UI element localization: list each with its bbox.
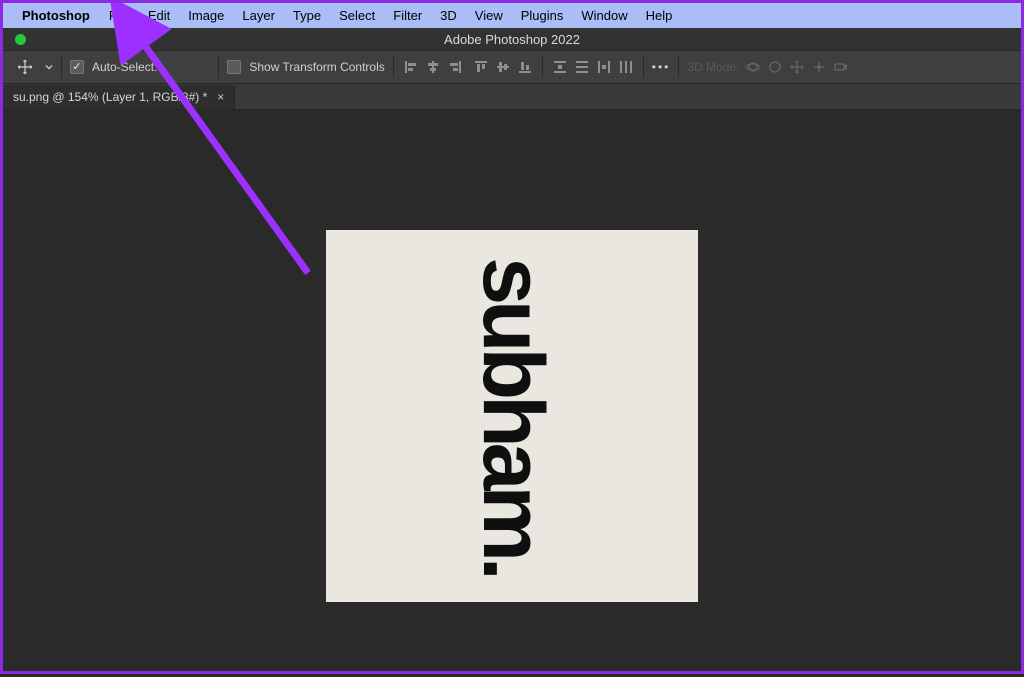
- window-titlebar: Adobe Photoshop 2022: [3, 28, 1021, 50]
- move-tool-icon[interactable]: [13, 55, 37, 79]
- divider: [61, 56, 62, 78]
- document-tabbar: su.png @ 154% (Layer 1, RGB/8#) * ×: [3, 84, 1021, 110]
- document-tab[interactable]: su.png @ 154% (Layer 1, RGB/8#) * ×: [3, 85, 235, 109]
- align-group-2: [472, 58, 534, 76]
- align-vcenter-icon[interactable]: [494, 58, 512, 76]
- menu-help[interactable]: Help: [637, 8, 682, 23]
- document-tab-label: su.png @ 154% (Layer 1, RGB/8#) *: [13, 90, 207, 104]
- more-options-icon[interactable]: •••: [652, 60, 671, 74]
- menu-file[interactable]: File: [100, 8, 139, 23]
- traffic-light-green[interactable]: [15, 34, 26, 45]
- menu-edit[interactable]: Edit: [139, 8, 179, 23]
- align-top-icon[interactable]: [472, 58, 490, 76]
- auto-select-checkbox[interactable]: [70, 60, 84, 74]
- 3d-camera-icon: [833, 59, 849, 75]
- canvas-text: subham.: [463, 257, 562, 576]
- window-title: Adobe Photoshop 2022: [444, 32, 580, 47]
- 3d-mode-label: 3D Mode:: [687, 60, 739, 74]
- workspace[interactable]: subham.: [6, 110, 1018, 668]
- divider: [542, 56, 543, 78]
- menu-filter[interactable]: Filter: [384, 8, 431, 23]
- menu-layer[interactable]: Layer: [233, 8, 284, 23]
- align-group-1: [402, 58, 464, 76]
- options-bar: Auto-Select: Show Transform Controls •••…: [3, 50, 1021, 84]
- show-transform-checkbox[interactable]: [227, 60, 241, 74]
- menu-view[interactable]: View: [466, 8, 512, 23]
- distribute-bottom-icon[interactable]: [595, 58, 613, 76]
- 3d-roll-icon: [767, 59, 783, 75]
- 3d-slide-icon: [811, 59, 827, 75]
- menu-plugins[interactable]: Plugins: [512, 8, 573, 23]
- menubar: Photoshop File Edit Image Layer Type Sel…: [3, 3, 1021, 28]
- show-transform-label: Show Transform Controls: [249, 60, 384, 74]
- menu-select[interactable]: Select: [330, 8, 384, 23]
- divider: [393, 56, 394, 78]
- divider: [643, 56, 644, 78]
- align-left-icon[interactable]: [402, 58, 420, 76]
- canvas[interactable]: subham.: [326, 230, 698, 602]
- tool-dropdown-caret[interactable]: [45, 63, 53, 71]
- distribute-left-icon[interactable]: [617, 58, 635, 76]
- menu-image[interactable]: Image: [179, 8, 233, 23]
- align-hcenter-icon[interactable]: [424, 58, 442, 76]
- 3d-mode-group: 3D Mode:: [687, 59, 849, 75]
- distribute-group: [551, 58, 635, 76]
- divider: [678, 56, 679, 78]
- distribute-vcenter-icon[interactable]: [573, 58, 591, 76]
- align-bottom-icon[interactable]: [516, 58, 534, 76]
- align-right-icon[interactable]: [446, 58, 464, 76]
- menu-app[interactable]: Photoshop: [13, 8, 100, 23]
- divider: [218, 56, 219, 78]
- menu-type[interactable]: Type: [284, 8, 330, 23]
- 3d-orbit-icon: [745, 59, 761, 75]
- distribute-top-icon[interactable]: [551, 58, 569, 76]
- 3d-pan-icon: [789, 59, 805, 75]
- menu-window[interactable]: Window: [572, 8, 636, 23]
- tab-close-icon[interactable]: ×: [217, 90, 224, 104]
- menu-3d[interactable]: 3D: [431, 8, 466, 23]
- auto-select-label: Auto-Select:: [92, 60, 157, 74]
